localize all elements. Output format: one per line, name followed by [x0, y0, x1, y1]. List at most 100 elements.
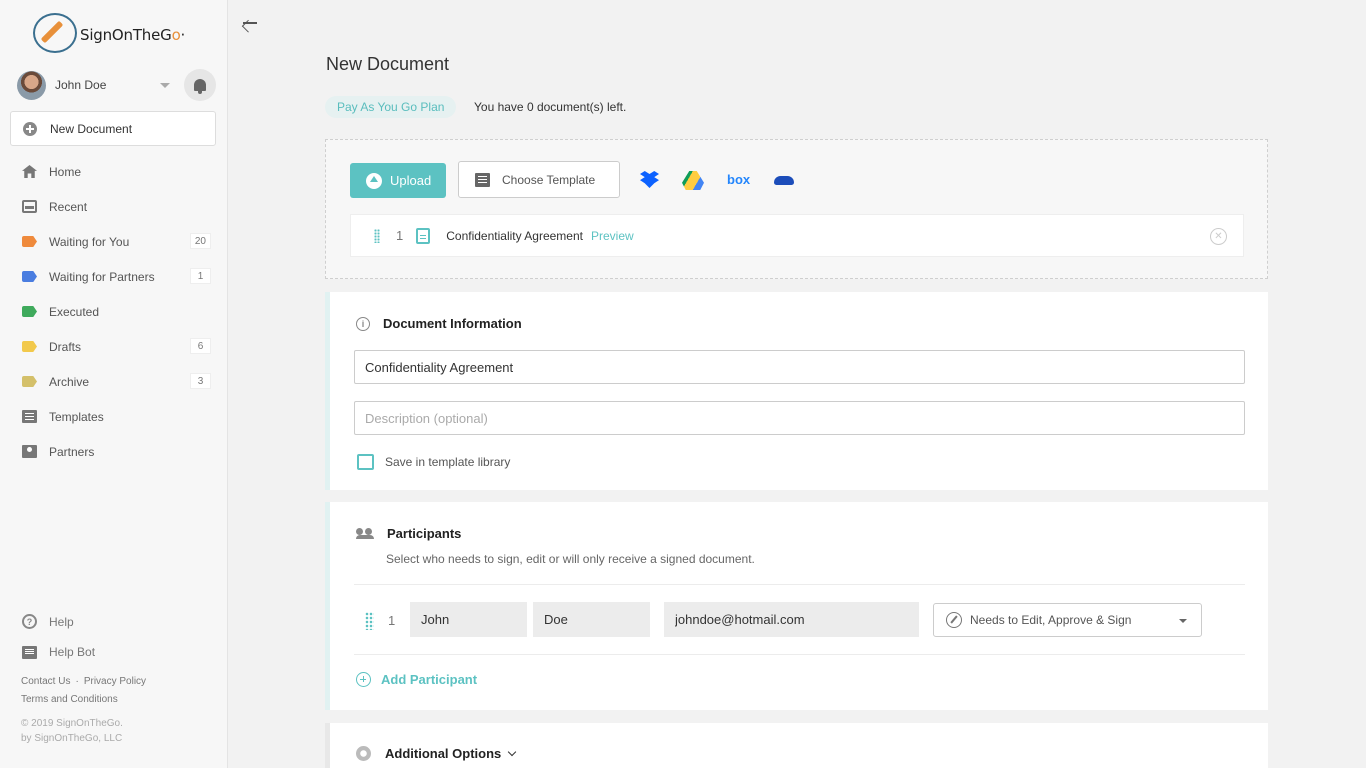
- sidebar-item-label: Partners: [49, 444, 95, 459]
- heading-label: Additional Options: [385, 746, 502, 761]
- user-name: John Doe: [55, 78, 107, 92]
- chevron-down-icon: [1179, 619, 1187, 623]
- notifications-button[interactable]: [184, 69, 216, 101]
- divider: [354, 584, 1245, 585]
- additional-options-heading[interactable]: Additional Options: [356, 746, 517, 761]
- template-icon: [22, 410, 37, 423]
- people-icon: [356, 528, 374, 539]
- save-template-option[interactable]: Save in template library: [357, 454, 510, 470]
- count-badge: 3: [190, 373, 211, 389]
- bell-icon: [194, 79, 206, 94]
- contact-link[interactable]: Contact Us: [21, 676, 70, 687]
- document-information-heading: i Document Information: [356, 316, 522, 331]
- sidebar-item-partners[interactable]: Partners: [0, 434, 227, 469]
- sidebar-item-home[interactable]: Home: [0, 154, 227, 189]
- preview-link[interactable]: Preview: [591, 229, 634, 243]
- divider: [354, 654, 1245, 655]
- copyright-line: by SignOnTheGo, LLC: [21, 733, 123, 744]
- add-participant-label: Add Participant: [381, 672, 478, 687]
- new-document-label: New Document: [50, 121, 133, 136]
- choose-template-label: Choose Template: [502, 172, 596, 187]
- user-menu[interactable]: John Doe: [17, 69, 217, 101]
- template-icon: [475, 172, 490, 187]
- upload-area[interactable]: Upload Choose Template box 1 Confidentia…: [325, 139, 1268, 279]
- logo-pen-icon: [33, 13, 77, 53]
- google-drive-icon[interactable]: [682, 171, 704, 190]
- footer-links: Contact Us · Privacy Policy Terms and Cond…: [21, 676, 147, 705]
- sidebar-item-drafts[interactable]: Drafts 6: [0, 329, 227, 364]
- add-circle-icon: [23, 121, 37, 136]
- participants-card: Participants Select who needs to sign, e…: [325, 502, 1268, 710]
- sidebar-item-label: Waiting for Partners: [49, 269, 155, 284]
- upload-icon: [366, 172, 382, 189]
- sidebar-item-label: Home: [49, 164, 82, 179]
- heading-label: Document Information: [383, 316, 522, 331]
- logo-text: SignOnTheGo·: [80, 26, 186, 44]
- gear-icon: [356, 746, 371, 761]
- sidebar-item-label: Templates: [49, 409, 104, 424]
- partners-icon: [22, 445, 37, 458]
- info-icon: i: [356, 316, 370, 331]
- sidebar-item-archive[interactable]: Archive 3: [0, 364, 227, 399]
- choose-template-button[interactable]: Choose Template: [458, 161, 620, 198]
- sidebar-item-templates[interactable]: Templates: [0, 399, 227, 434]
- sidebar-item-label: Recent: [49, 199, 88, 214]
- heading-label: Participants: [387, 526, 462, 541]
- save-template-checkbox[interactable]: [357, 454, 374, 470]
- remove-document-icon[interactable]: ✕: [1210, 228, 1227, 245]
- page-title: New Document: [326, 54, 450, 74]
- drag-handle-icon[interactable]: [365, 612, 374, 630]
- sidebar-item-label: Drafts: [49, 339, 82, 354]
- document-name: Confidentiality Agreement: [446, 228, 583, 243]
- participants-heading: Participants: [356, 526, 461, 541]
- help-link[interactable]: ? Help: [22, 614, 74, 629]
- sidebar-item-waiting-for-partners[interactable]: Waiting for Partners 1: [0, 259, 227, 294]
- help-icon: ?: [22, 614, 37, 629]
- plan-badge[interactable]: Pay As You Go Plan: [325, 96, 457, 118]
- count-badge: 6: [190, 338, 211, 354]
- last-name-input[interactable]: [533, 602, 650, 637]
- participants-subtitle: Select who needs to sign, edit or will o…: [386, 552, 755, 566]
- dropbox-icon[interactable]: [640, 171, 659, 188]
- document-name-input[interactable]: [354, 350, 1245, 384]
- add-participant-button[interactable]: Add Participant: [356, 672, 477, 687]
- upload-button[interactable]: Upload: [350, 163, 446, 198]
- save-template-label: Save in template library: [385, 455, 511, 469]
- help-bot-label: Help Bot: [49, 645, 96, 659]
- avatar[interactable]: [17, 70, 46, 100]
- sidebar: SignOnTheGo· John Doe New Document Home …: [0, 0, 228, 768]
- sidebar-item-label: Archive: [49, 374, 90, 389]
- sidebar-item-executed[interactable]: Executed: [0, 294, 227, 329]
- help-bot-link[interactable]: Help Bot: [22, 645, 95, 659]
- drag-handle-icon[interactable]: [374, 228, 380, 243]
- role-value: Needs to Edit, Approve & Sign: [970, 613, 1132, 627]
- help-label: Help: [49, 614, 74, 629]
- privacy-link[interactable]: Privacy Policy: [84, 676, 146, 687]
- document-icon: [416, 227, 431, 244]
- chevron-down-icon: [508, 747, 517, 756]
- logo[interactable]: SignOnTheGo·: [33, 13, 185, 53]
- email-input[interactable]: [664, 602, 919, 637]
- sidebar-item-waiting-for-you[interactable]: Waiting for You 20: [0, 224, 227, 259]
- copyright: © 2019 SignOnTheGo. by SignOnTheGo, LLC: [21, 716, 123, 746]
- tag-khaki-icon: [22, 376, 37, 387]
- back-arrow-icon[interactable]: [241, 14, 259, 32]
- description-input[interactable]: [354, 401, 1245, 435]
- new-document-button[interactable]: New Document: [10, 111, 216, 146]
- participant-index: 1: [388, 613, 396, 628]
- chat-icon: [22, 645, 37, 659]
- chevron-down-icon[interactable]: [160, 82, 170, 88]
- box-icon[interactable]: box: [727, 172, 750, 187]
- terms-link[interactable]: Terms and Conditions: [21, 694, 118, 705]
- document-row: 1 Confidentiality Agreement Preview ✕: [350, 214, 1244, 257]
- count-badge: 20: [189, 233, 211, 249]
- onedrive-icon[interactable]: [774, 176, 794, 185]
- sidebar-item-recent[interactable]: Recent: [0, 189, 227, 224]
- role-select[interactable]: Needs to Edit, Approve & Sign: [933, 603, 1202, 637]
- plan-status: You have 0 document(s) left.: [474, 100, 627, 114]
- sidebar-item-label: Waiting for You: [49, 234, 130, 249]
- inbox-icon: [22, 200, 37, 213]
- first-name-input[interactable]: [410, 602, 527, 637]
- additional-options-card[interactable]: Additional Options: [325, 723, 1268, 768]
- home-icon: [22, 165, 37, 178]
